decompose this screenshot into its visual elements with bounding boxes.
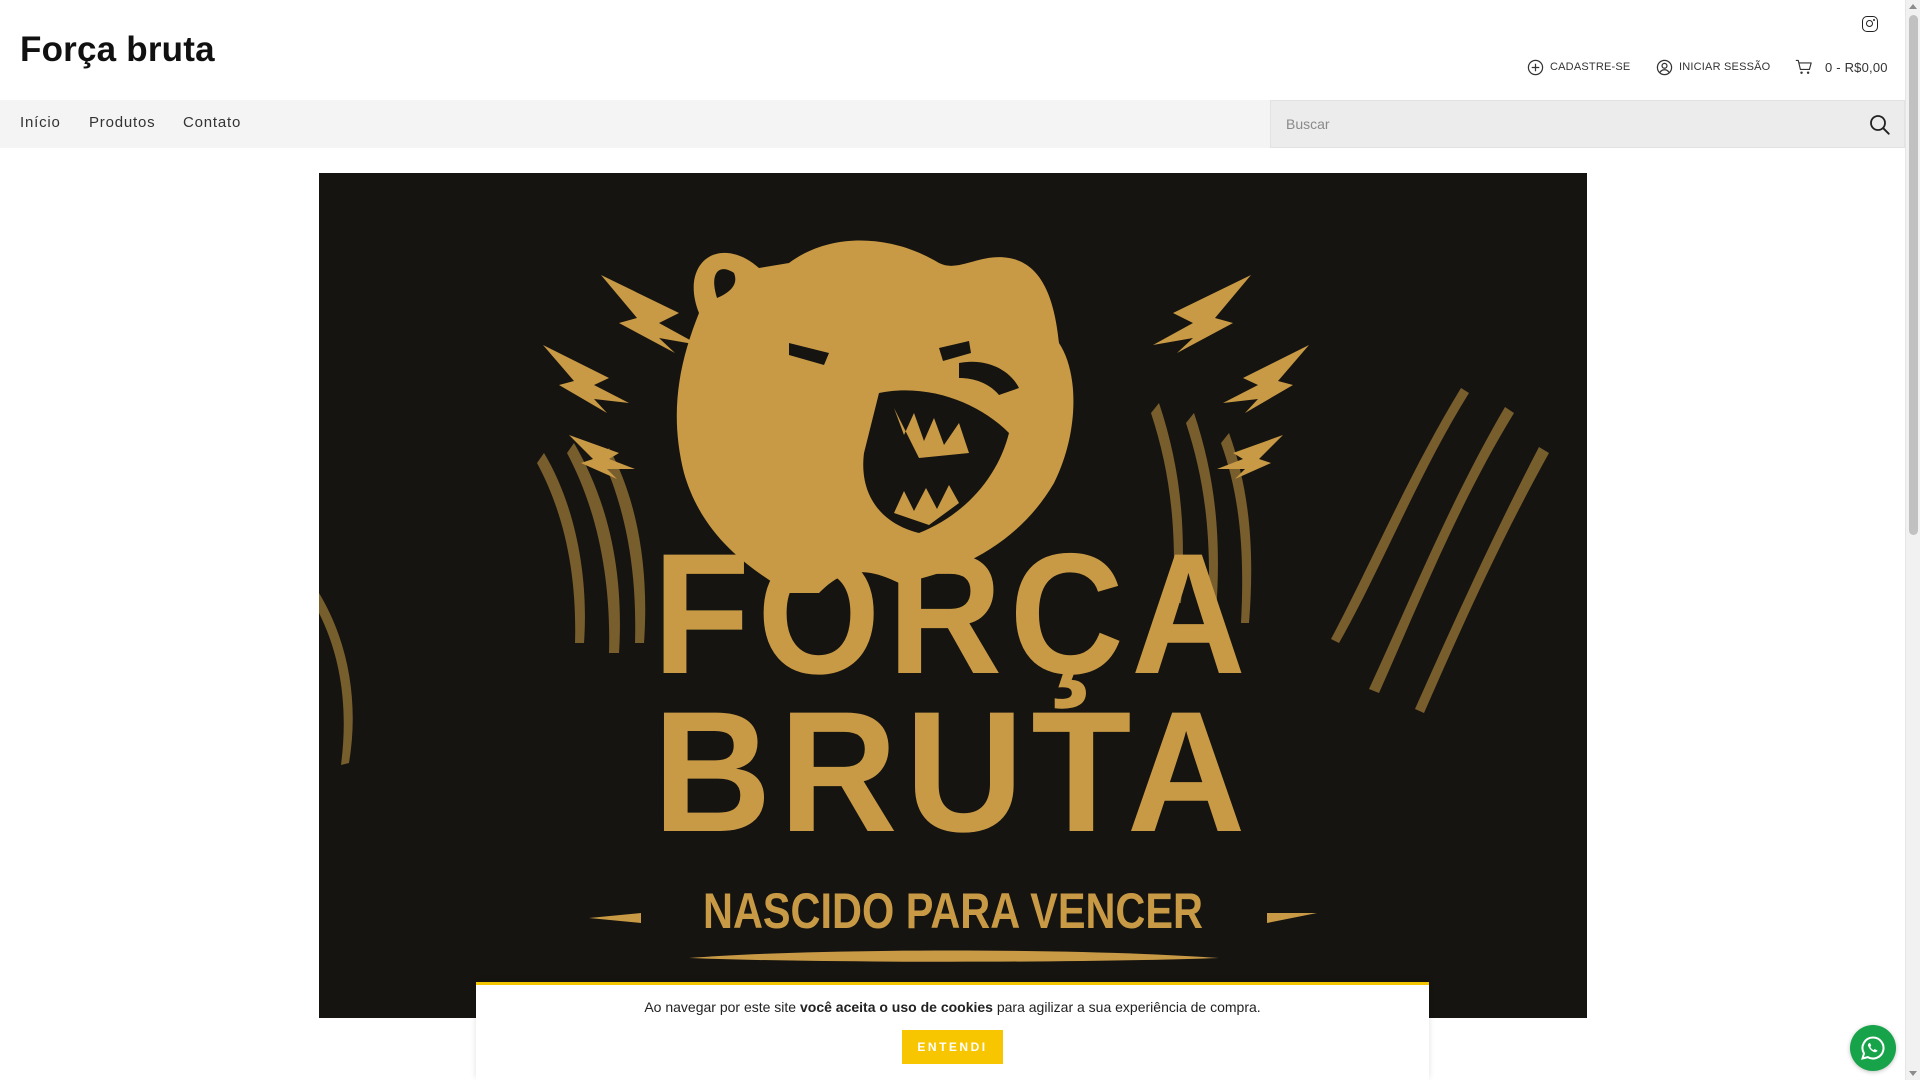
cookie-text-end: para agilizar a sua experiência de compr…: [992, 999, 1261, 1015]
page-scrollbar[interactable]: [1905, 0, 1920, 1080]
nav-item-inicio[interactable]: Início: [20, 114, 61, 131]
cookie-text-bold: você aceita o uso de cookies: [799, 999, 993, 1015]
whatsapp-icon[interactable]: [1850, 1025, 1896, 1071]
cart-summary: 0 - R$0,00: [1825, 59, 1888, 75]
hero-banner[interactable]: FORÇA BRUTA NASCIDO PARA VENCER: [319, 173, 1587, 1018]
search-icon[interactable]: [1868, 113, 1892, 137]
scroll-thumb[interactable]: [1909, 15, 1918, 535]
banner-tagline: NASCIDO PARA VENCER: [703, 883, 1203, 939]
cookie-text-start: Ao navegar por este site: [644, 999, 800, 1015]
nav-item-produtos[interactable]: Produtos: [89, 114, 155, 131]
cookie-message: Ao navegar por este site você aceita o u…: [476, 999, 1429, 1015]
nav-item-contato[interactable]: Contato: [183, 114, 241, 131]
cart-icon: [1795, 58, 1813, 76]
main-navigation: Início Produtos Contato: [0, 100, 1905, 148]
cart-link[interactable]: 0 - R$0,00: [1795, 57, 1888, 77]
search-box: [1270, 100, 1905, 148]
register-link[interactable]: CADASTRE-SE: [1526, 57, 1630, 77]
banner-title-line2: BRUTA: [653, 676, 1253, 868]
store-logo[interactable]: Força bruta: [20, 30, 215, 70]
page: Força bruta CADASTRE-SE INICIAR SESSÃO 0…: [0, 0, 1905, 1080]
scroll-down-arrow-icon[interactable]: [1909, 1071, 1917, 1076]
search-input[interactable]: [1271, 101, 1831, 147]
cookie-notice: Ao navegar por este site você aceita o u…: [476, 982, 1429, 1080]
instagram-icon[interactable]: [1862, 16, 1878, 32]
login-label: INICIAR SESSÃO: [1679, 61, 1771, 73]
accept-cookies-button[interactable]: ENTENDI: [902, 1030, 1003, 1064]
user-icon: [1655, 58, 1673, 76]
register-label: CADASTRE-SE: [1550, 61, 1631, 73]
login-link[interactable]: INICIAR SESSÃO: [1655, 57, 1770, 77]
plus-circle-icon: [1526, 58, 1544, 76]
scroll-up-arrow-icon[interactable]: [1909, 4, 1917, 9]
